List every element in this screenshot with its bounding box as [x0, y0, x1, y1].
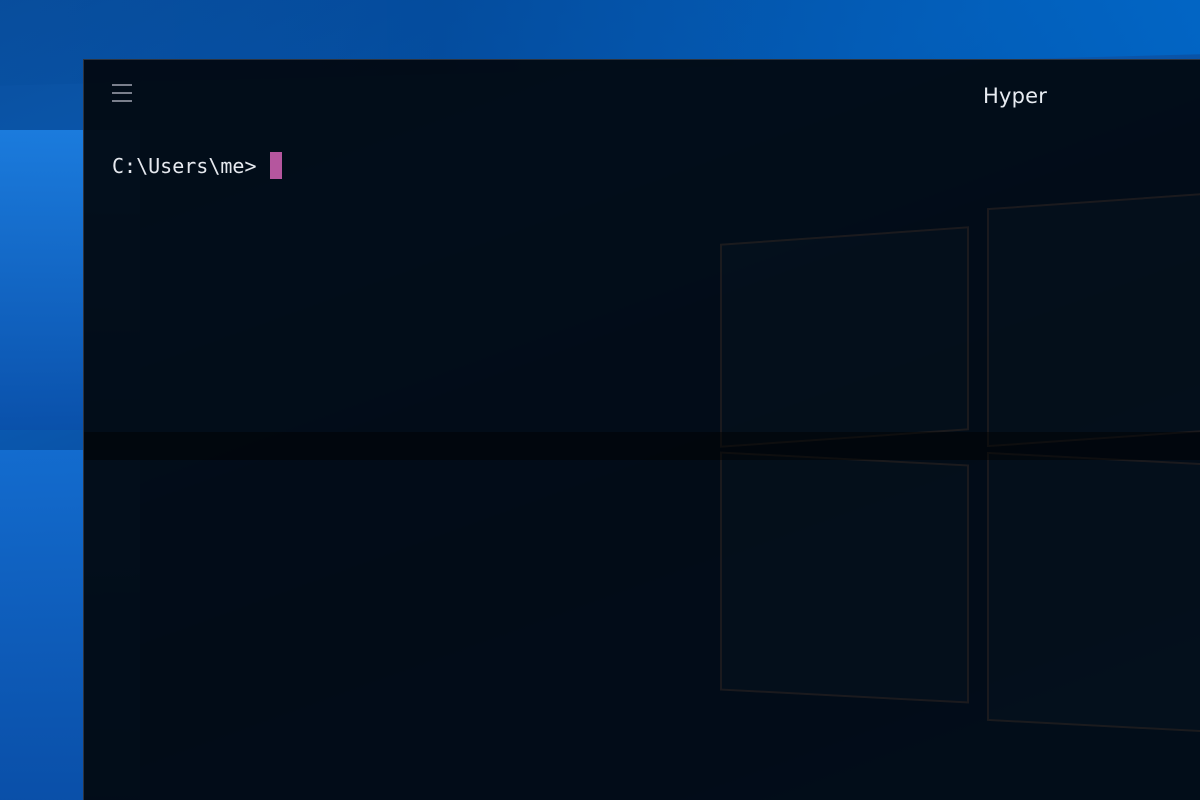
shell-prompt: C:\Users\me> [112, 153, 257, 178]
window-title: Hyper [983, 84, 1048, 108]
hamburger-menu-icon[interactable] [112, 84, 134, 104]
text-cursor [269, 152, 282, 179]
terminal-line[interactable]: C:\Users\me> [112, 152, 282, 179]
window-header[interactable]: Hyper [84, 60, 1200, 130]
terminal-window[interactable]: Hyper C:\Users\me> [83, 59, 1200, 800]
